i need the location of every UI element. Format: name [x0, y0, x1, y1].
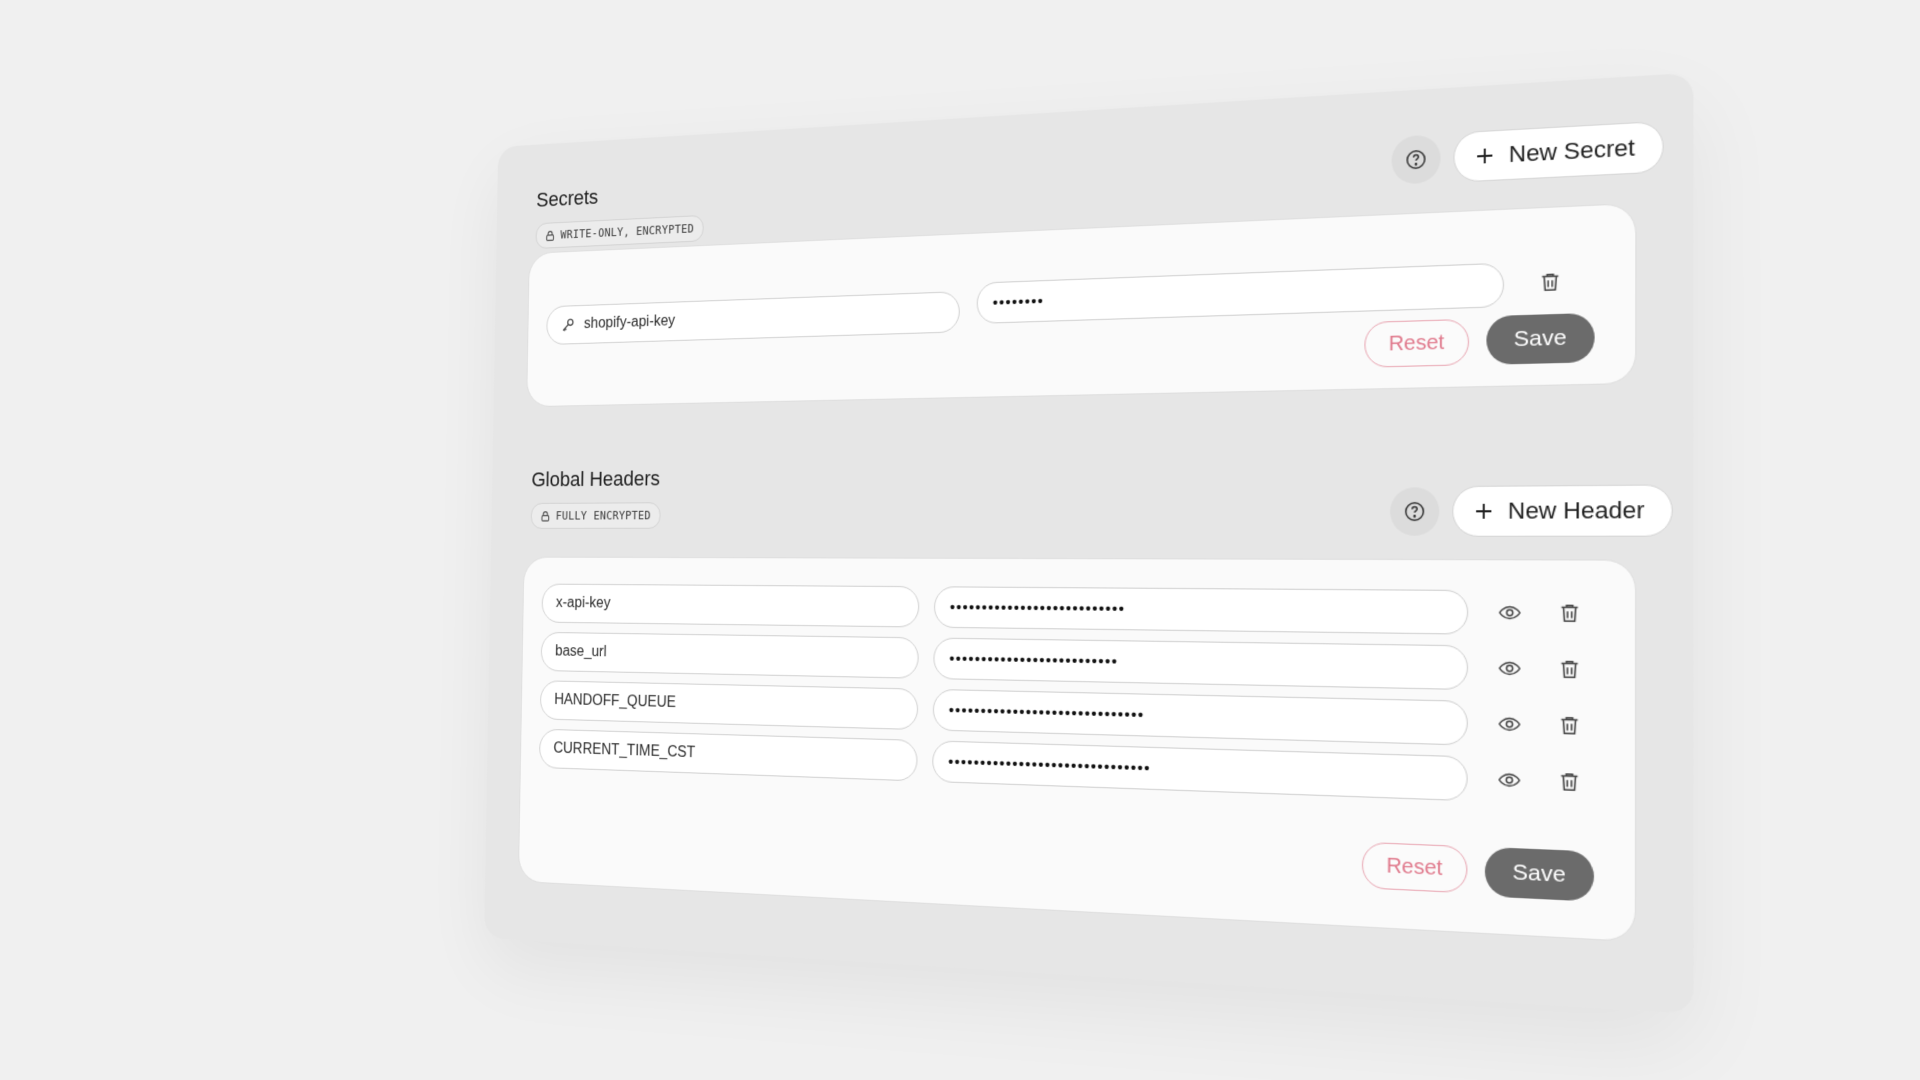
question-circle-icon — [1403, 500, 1427, 523]
secret-value-field[interactable]: •••••••• — [976, 262, 1505, 324]
plus-icon — [1473, 501, 1495, 522]
eye-icon — [1497, 656, 1521, 680]
headers-save-button[interactable]: Save — [1484, 846, 1595, 902]
question-circle-icon — [1404, 147, 1428, 171]
headers-title: Global Headers — [531, 466, 661, 492]
new-secret-button[interactable]: New Secret — [1453, 120, 1664, 183]
new-header-button[interactable]: New Header — [1452, 484, 1674, 537]
lock-icon — [545, 229, 556, 241]
new-header-label: New Header — [1507, 496, 1645, 524]
header-value-field[interactable]: ••••••••••••••••••••••••••••••• — [932, 740, 1468, 802]
secrets-badge-label: WRITE-ONLY, ENCRYPTED — [560, 221, 695, 242]
settings-panel: Secrets WRITE-ONLY, ENCRYPTED New Secret — [484, 72, 1694, 1015]
headers-reset-button[interactable]: Reset — [1361, 841, 1468, 894]
header-value-text: •••••••••••••••••••••••••••••• — [948, 701, 1145, 724]
headers-badge-label: FULLY ENCRYPTED — [555, 508, 652, 523]
secrets-reset-button[interactable]: Reset — [1364, 318, 1470, 368]
trash-icon — [1557, 657, 1582, 681]
stage: Secrets WRITE-ONLY, ENCRYPTED New Secret — [0, 0, 1920, 1080]
secret-delete-button[interactable] — [1532, 265, 1567, 300]
new-secret-label: New Secret — [1508, 134, 1636, 168]
headers-badge: FULLY ENCRYPTED — [530, 502, 661, 529]
headers-help-button[interactable] — [1389, 487, 1440, 536]
header-name-field[interactable]: CURRENT_TIME_CST — [539, 728, 918, 782]
header-reveal-button[interactable] — [1492, 707, 1527, 742]
eye-icon — [1498, 601, 1522, 625]
header-name-text: HANDOFF_QUEUE — [554, 691, 676, 711]
secrets-badge: WRITE-ONLY, ENCRYPTED — [535, 214, 704, 249]
trash-icon — [1557, 601, 1582, 625]
headers-card: x-api-key ••••••••••••••••••••••••••• ba — [517, 556, 1637, 943]
secrets-title: Secrets — [536, 185, 599, 212]
secret-name-text: shopify-api-key — [583, 312, 676, 332]
eye-icon — [1497, 712, 1521, 736]
header-name-field[interactable]: HANDOFF_QUEUE — [539, 680, 919, 731]
secret-value-text: •••••••• — [992, 292, 1045, 312]
lock-icon — [540, 510, 551, 522]
header-value-field[interactable]: •••••••••••••••••••••••••• — [933, 637, 1469, 691]
trash-icon — [1557, 770, 1582, 795]
header-name-text: CURRENT_TIME_CST — [553, 740, 696, 762]
header-value-field[interactable]: •••••••••••••••••••••••••••••• — [932, 688, 1468, 746]
header-reveal-button[interactable] — [1492, 762, 1527, 798]
plus-icon — [1474, 145, 1496, 167]
header-value-field[interactable]: ••••••••••••••••••••••••••• — [933, 586, 1469, 635]
header-value-text: •••••••••••••••••••••••••• — [949, 650, 1119, 671]
header-name-text: x-api-key — [555, 594, 611, 612]
header-name-field[interactable]: x-api-key — [541, 583, 920, 628]
eye-icon — [1497, 768, 1521, 792]
header-reveal-button[interactable] — [1492, 595, 1527, 630]
header-reveal-button[interactable] — [1492, 651, 1527, 686]
trash-icon — [1557, 714, 1582, 738]
header-delete-button[interactable] — [1551, 764, 1587, 800]
header-value-text: ••••••••••••••••••••••••••• — [949, 598, 1126, 618]
header-delete-button[interactable] — [1552, 652, 1588, 687]
header-name-field[interactable]: base_url — [540, 631, 919, 679]
trash-icon — [1538, 270, 1562, 294]
secret-name-field[interactable]: shopify-api-key — [546, 291, 960, 346]
header-value-text: ••••••••••••••••••••••••••••••• — [948, 753, 1152, 778]
header-delete-button[interactable] — [1552, 596, 1588, 631]
key-icon — [560, 316, 575, 333]
secrets-save-button[interactable]: Save — [1486, 312, 1595, 365]
header-delete-button[interactable] — [1552, 708, 1588, 744]
header-name-text: base_url — [554, 643, 607, 661]
secrets-help-button[interactable] — [1391, 134, 1441, 185]
